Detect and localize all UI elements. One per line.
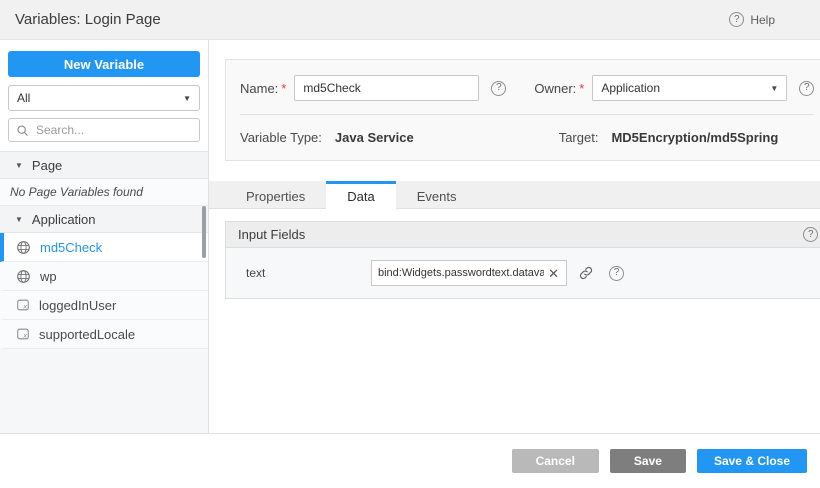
- page-variables-empty-message: No Page Variables found: [0, 179, 208, 206]
- owner-label: Owner:*: [534, 81, 584, 96]
- variable-type-label: Variable Type:: [240, 130, 322, 145]
- java-service-icon: [16, 269, 31, 284]
- tree-item-supportedlocale[interactable]: x supportedLocale: [0, 320, 208, 349]
- variable-detail-panel: Name:* ? Owner:* Application ▼ ? Variabl…: [209, 40, 820, 433]
- tree-item-label: md5Check: [40, 240, 102, 255]
- svg-text:x: x: [22, 333, 27, 340]
- name-input[interactable]: [294, 75, 479, 101]
- java-service-icon: [16, 240, 31, 255]
- help-link[interactable]: ? Help: [729, 12, 775, 27]
- tree-item-md5check[interactable]: md5Check: [0, 233, 208, 262]
- variables-tree: ▼ Page No Page Variables found ▼ Applica…: [0, 151, 208, 433]
- target-value: MD5Encryption/md5Spring: [611, 130, 778, 145]
- dialog-body: New Variable All ▼ ▼ Page No Page Variab…: [0, 40, 820, 433]
- help-label: Help: [750, 13, 775, 27]
- input-fields-body: text ✕ ?: [226, 248, 820, 298]
- variables-sidebar: New Variable All ▼ ▼ Page No Page Variab…: [0, 40, 209, 433]
- name-help-icon[interactable]: ?: [491, 81, 506, 96]
- variable-filter-value: All: [17, 91, 30, 105]
- name-label: Name:*: [240, 81, 286, 96]
- chevron-down-icon: ▼: [183, 94, 191, 103]
- bind-help-icon[interactable]: ?: [609, 266, 624, 281]
- required-marker: *: [281, 81, 286, 96]
- input-fields-panel: Input Fields ? text ✕ ?: [225, 221, 820, 299]
- bind-link-icon[interactable]: [578, 265, 594, 281]
- dialog-header: Variables: Login Page ? Help: [0, 0, 820, 40]
- field-name-label: text: [246, 266, 371, 280]
- tab-events[interactable]: Events: [396, 181, 478, 208]
- bind-value-input[interactable]: [372, 267, 546, 279]
- model-variable-icon: x: [16, 298, 30, 312]
- tree-section-application[interactable]: ▼ Application: [0, 206, 208, 233]
- svg-text:x: x: [22, 304, 27, 311]
- collapse-triangle-icon: ▼: [15, 215, 23, 224]
- tab-properties[interactable]: Properties: [225, 181, 326, 208]
- variables-dialog: Variables: Login Page ? Help New Variabl…: [0, 0, 820, 488]
- required-marker: *: [579, 81, 584, 96]
- tree-item-label: supportedLocale: [39, 327, 135, 342]
- type-target-row: Variable Type: Java Service Target: MD5E…: [226, 115, 820, 160]
- save-button[interactable]: Save: [610, 449, 686, 473]
- search-icon: [16, 124, 29, 137]
- search-box[interactable]: [8, 118, 200, 142]
- variable-filter-select[interactable]: All ▼: [8, 85, 200, 111]
- input-field-row-text: text ✕ ?: [226, 254, 820, 288]
- sidebar-scrollbar[interactable]: [202, 206, 206, 258]
- new-variable-button[interactable]: New Variable: [8, 51, 200, 77]
- dialog-footer: Cancel Save Save & Close: [0, 433, 820, 488]
- tree-empty-space: [0, 349, 208, 433]
- detail-tabbar: Properties Data Events: [209, 181, 820, 209]
- tree-item-label: wp: [40, 269, 57, 284]
- owner-value: Application: [601, 81, 660, 95]
- help-circle-icon: ?: [729, 12, 744, 27]
- target-label: Target:: [559, 130, 599, 145]
- owner-help-icon[interactable]: ?: [799, 81, 814, 96]
- variable-summary-panel: Name:* ? Owner:* Application ▼ ? Variabl…: [225, 59, 820, 161]
- input-fields-title: Input Fields: [238, 227, 305, 242]
- chevron-down-icon: ▼: [770, 84, 778, 93]
- cancel-button[interactable]: Cancel: [512, 449, 599, 473]
- variable-type-value: Java Service: [335, 130, 414, 145]
- bind-value-field[interactable]: ✕: [371, 260, 567, 286]
- tree-section-page-label: Page: [32, 158, 62, 173]
- tree-item-label: loggedInUser: [39, 298, 116, 313]
- tree-section-page[interactable]: ▼ Page: [0, 152, 208, 179]
- tab-data[interactable]: Data: [326, 181, 395, 209]
- tree-item-loggedinuser[interactable]: x loggedInUser: [0, 291, 208, 320]
- save-and-close-button[interactable]: Save & Close: [697, 449, 807, 473]
- owner-select[interactable]: Application ▼: [592, 75, 787, 101]
- tree-section-application-label: Application: [32, 212, 96, 227]
- name-owner-row: Name:* ? Owner:* Application ▼ ?: [226, 60, 820, 114]
- page-title: Variables: Login Page: [15, 11, 161, 28]
- search-input[interactable]: [34, 122, 192, 138]
- model-variable-icon: x: [16, 327, 30, 341]
- input-fields-help-icon[interactable]: ?: [803, 227, 818, 242]
- collapse-triangle-icon: ▼: [15, 161, 23, 170]
- clear-bind-icon[interactable]: ✕: [546, 267, 566, 280]
- input-fields-header: Input Fields ?: [226, 222, 820, 248]
- tree-item-wp[interactable]: wp: [0, 262, 208, 291]
